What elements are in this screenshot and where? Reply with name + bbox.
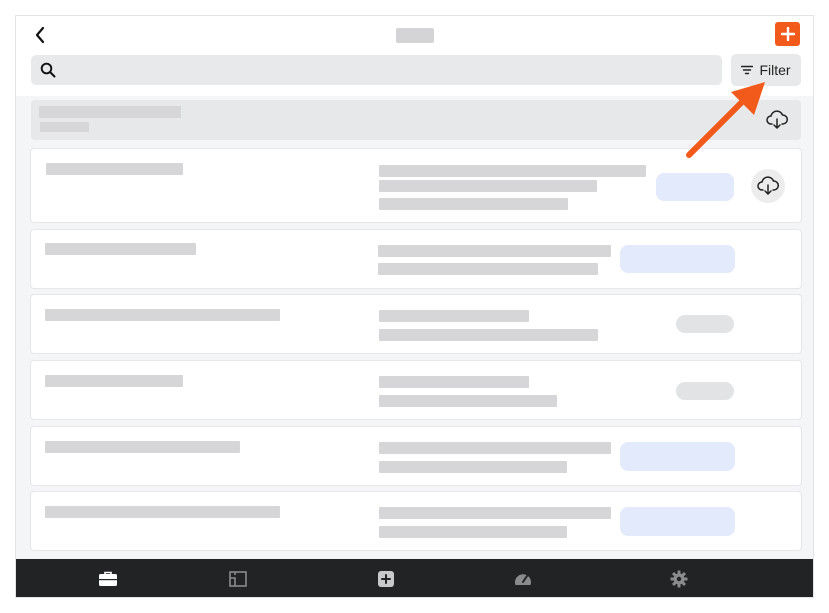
plus-icon — [780, 27, 795, 41]
item-title-placeholder — [45, 506, 280, 518]
item-title-placeholder — [45, 441, 240, 453]
status-badge — [676, 315, 734, 333]
briefcase-icon — [99, 571, 117, 586]
filter-button[interactable]: Filter — [731, 54, 801, 86]
item-detail-placeholder — [379, 461, 567, 473]
page-title — [396, 28, 434, 43]
item-detail-placeholder — [379, 376, 529, 388]
status-badge — [620, 507, 735, 536]
list-item[interactable] — [31, 361, 801, 419]
add-button[interactable] — [775, 22, 800, 46]
status-badge — [620, 245, 735, 273]
cloud-download-icon — [766, 110, 788, 129]
list-item[interactable] — [31, 149, 801, 222]
item-detail-placeholder — [379, 526, 567, 538]
item-detail-placeholder — [378, 263, 598, 275]
search-input[interactable] — [31, 55, 722, 85]
top-bar: Filter — [16, 16, 813, 96]
item-detail-placeholder — [379, 198, 568, 210]
nav-tab-settings[interactable] — [668, 569, 690, 589]
item-title-placeholder — [45, 243, 196, 255]
filter-lines-icon — [741, 65, 754, 75]
filter-button-label: Filter — [759, 62, 791, 78]
nav-tab-drawings[interactable] — [227, 569, 249, 589]
group-title-placeholder — [39, 106, 181, 118]
item-detail-placeholder — [379, 395, 557, 407]
floor-plan-icon — [229, 571, 247, 587]
nav-tab-create[interactable] — [375, 569, 397, 589]
cloud-download-icon — [757, 176, 779, 195]
item-download-button[interactable] — [751, 169, 785, 203]
item-detail-placeholder — [378, 245, 611, 257]
item-title-placeholder — [46, 163, 183, 175]
status-badge — [676, 382, 734, 400]
list-item[interactable] — [31, 295, 801, 353]
gear-icon — [670, 570, 688, 588]
item-title-placeholder — [45, 309, 280, 321]
item-detail-placeholder — [379, 329, 598, 341]
nav-tab-projects[interactable] — [97, 569, 119, 589]
list-item[interactable] — [31, 492, 801, 550]
list-item[interactable] — [31, 427, 801, 485]
group-download-button[interactable] — [760, 103, 794, 137]
speedometer-icon — [515, 574, 531, 585]
search-icon — [40, 62, 56, 78]
item-detail-placeholder — [379, 180, 597, 192]
item-detail-placeholder — [379, 165, 646, 177]
item-detail-placeholder — [379, 310, 529, 322]
list-item[interactable] — [31, 230, 801, 288]
status-badge — [620, 442, 735, 471]
chevron-left-icon — [35, 26, 45, 44]
bottom-nav — [16, 559, 813, 597]
group-header[interactable] — [31, 100, 801, 140]
back-button[interactable] — [30, 24, 50, 46]
app-window: Filter — [15, 15, 814, 598]
group-subtitle-placeholder — [40, 122, 89, 132]
nav-tab-dashboard[interactable] — [512, 569, 534, 589]
item-detail-placeholder — [379, 442, 611, 454]
item-title-placeholder — [45, 375, 183, 387]
plus-square-icon — [378, 571, 394, 587]
status-badge — [656, 173, 734, 201]
item-detail-placeholder — [379, 507, 611, 519]
